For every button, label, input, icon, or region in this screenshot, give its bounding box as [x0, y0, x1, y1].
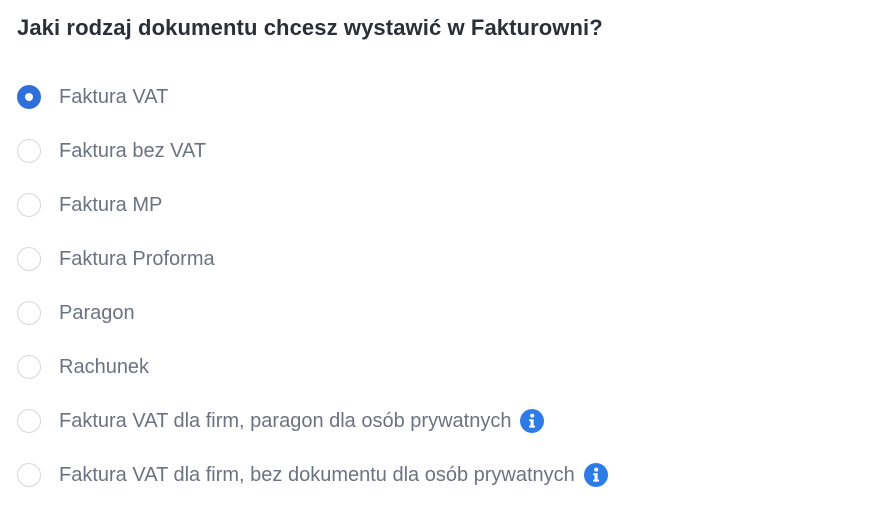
option-rachunek[interactable]: Rachunek: [17, 340, 857, 394]
radio-button[interactable]: [17, 139, 41, 163]
radio-button[interactable]: [17, 355, 41, 379]
option-faktura-bez-vat[interactable]: Faktura bez VAT: [17, 124, 857, 178]
option-label: Faktura Proforma: [59, 248, 215, 270]
info-icon[interactable]: [520, 409, 545, 433]
option-faktura-proforma[interactable]: Faktura Proforma: [17, 232, 857, 286]
option-faktura-vat-paragon[interactable]: Faktura VAT dla firm, paragon dla osób p…: [17, 394, 857, 448]
radio-dot: [25, 93, 33, 101]
radio-button[interactable]: [17, 409, 41, 433]
radio-button-selected[interactable]: [17, 85, 41, 109]
radio-button[interactable]: [17, 193, 41, 217]
option-label: Faktura VAT dla firm, paragon dla osób p…: [59, 410, 512, 432]
option-label: Paragon: [59, 302, 135, 324]
option-label: Faktura VAT dla firm, bez dokumentu dla …: [59, 464, 575, 486]
radio-button[interactable]: [17, 463, 41, 487]
option-faktura-vat-bez-dokumentu[interactable]: Faktura VAT dla firm, bez dokumentu dla …: [17, 448, 857, 502]
option-label: Faktura MP: [59, 194, 163, 216]
document-type-radio-group: Faktura VAT Faktura bez VAT Faktura MP F…: [17, 70, 857, 502]
option-label: Faktura bez VAT: [59, 140, 207, 162]
option-faktura-vat[interactable]: Faktura VAT: [17, 70, 857, 124]
option-label: Rachunek: [59, 356, 150, 378]
info-icon[interactable]: [583, 463, 608, 487]
question-heading: Jaki rodzaj dokumentu chcesz wystawić w …: [17, 15, 603, 40]
option-faktura-mp[interactable]: Faktura MP: [17, 178, 857, 232]
option-label: Faktura VAT: [59, 86, 169, 108]
radio-button[interactable]: [17, 301, 41, 325]
radio-button[interactable]: [17, 247, 41, 271]
option-paragon[interactable]: Paragon: [17, 286, 857, 340]
